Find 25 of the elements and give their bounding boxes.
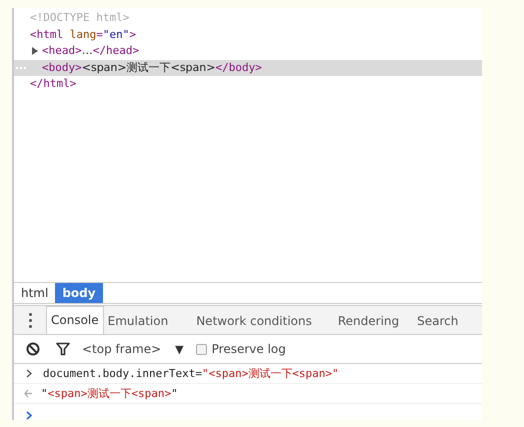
preserve-log-checkbox[interactable]: [196, 344, 207, 355]
result-arrow-icon: [24, 389, 33, 398]
drawer-tab[interactable]: Console: [46, 306, 104, 334]
breadcrumb[interactable]: body: [55, 283, 103, 304]
clear-icon[interactable]: [26, 342, 40, 356]
filter-icon[interactable]: [56, 342, 70, 356]
dom-node[interactable]: <body><span>测试一下<span></body>: [14, 60, 482, 76]
dom-node-text: <head>…</head>: [42, 44, 140, 57]
drawer-tab[interactable]: Search: [413, 308, 462, 334]
dropdown-arrow[interactable]: ▼: [175, 342, 184, 356]
dom-node-text: <!DOCTYPE html>: [30, 11, 130, 24]
dom-node-text: </html>: [30, 77, 76, 90]
drawer-tab[interactable]: Rendering: [334, 308, 404, 334]
console-command: document.body.innerText="<span>测试一下<span>": [43, 366, 339, 382]
drawer-tab[interactable]: Network conditions: [192, 308, 316, 334]
input-prompt-icon: [26, 369, 33, 378]
checkbox-label: Preserve log: [212, 342, 286, 356]
dom-node-text: <html lang="en">: [30, 28, 136, 40]
dom-node[interactable]: <html lang="en">: [14, 26, 482, 43]
console-result: "<span>测试一下<span>": [41, 386, 178, 402]
breadcrumb[interactable]: html: [14, 283, 56, 304]
dom-node-text: <body><span>测试一下<span></body>: [42, 60, 262, 74]
frame-select[interactable]: <top frame>: [82, 342, 162, 356]
prompt-icon: [26, 411, 33, 420]
drawer-tab[interactable]: Emulation: [104, 308, 172, 334]
